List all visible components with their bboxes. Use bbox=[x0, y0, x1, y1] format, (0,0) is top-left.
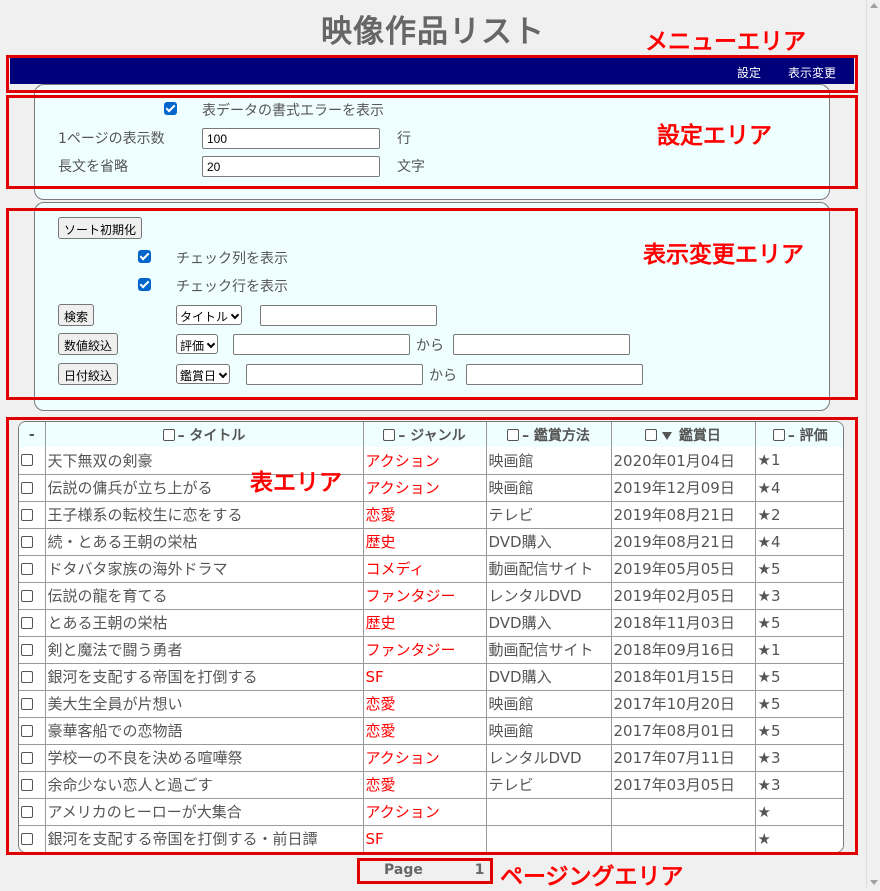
menu-area-annotation: メニューエリア bbox=[645, 29, 806, 55]
vertical-scrollbar[interactable] bbox=[866, 0, 880, 888]
paging-area-annotation: ページングエリア bbox=[500, 864, 684, 890]
display-area-annotation: 表示変更エリア bbox=[643, 242, 804, 268]
menu-area-highlight bbox=[6, 55, 858, 93]
scroll-up-icon[interactable] bbox=[870, 3, 878, 8]
settings-area-annotation: 設定エリア bbox=[657, 123, 772, 149]
page: 映像作品リスト 設定 表示変更 表データの書式エラーを表示 1ページの表示数 行… bbox=[0, 0, 866, 890]
paging-area-highlight bbox=[357, 858, 493, 884]
scroll-down-icon[interactable] bbox=[870, 880, 878, 885]
table-area-annotation: 表エリア bbox=[250, 470, 342, 496]
table-area-highlight bbox=[6, 417, 858, 855]
